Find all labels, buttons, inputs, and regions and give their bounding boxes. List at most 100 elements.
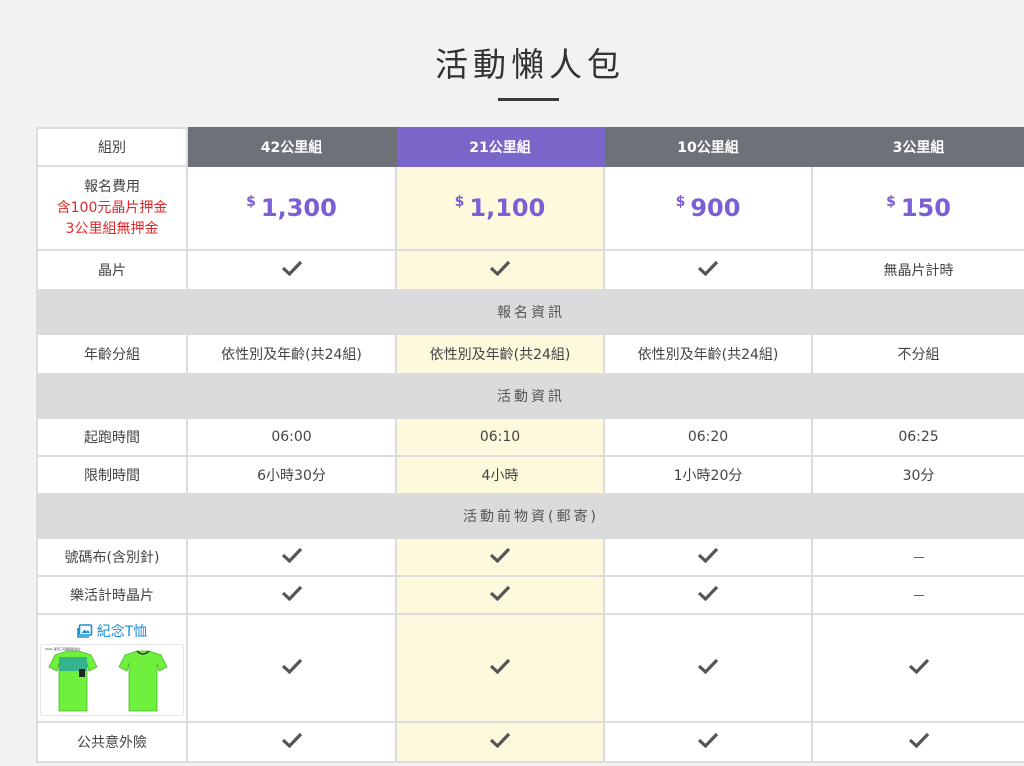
check-cell xyxy=(603,721,813,763)
dash-icon xyxy=(913,594,924,596)
table-row-chip: 晶片 無晶片計時 xyxy=(36,249,1024,291)
header-3k: 3公里組 xyxy=(811,127,1024,167)
currency-symbol: $ xyxy=(675,194,686,210)
check-icon xyxy=(908,658,929,674)
table-row-start-time: 起跑時間 06:00 06:10 06:20 06:25 xyxy=(36,417,1024,457)
price-value: 1,100 xyxy=(469,194,546,222)
time-limit-42k: 6小時30分 xyxy=(186,455,397,495)
check-cell xyxy=(186,613,397,723)
check-icon xyxy=(697,732,719,748)
check-icon xyxy=(489,547,511,563)
price-value: 150 xyxy=(900,194,951,222)
check-cell xyxy=(603,575,813,615)
age-group-10k: 依性別及年齡(共24組) xyxy=(603,333,813,375)
table-row-timing-chip: 樂活計時晶片 xyxy=(36,575,1024,615)
check-cell xyxy=(603,613,813,723)
section-title-registration: 報名資訊 xyxy=(36,289,1024,335)
check-cell xyxy=(603,537,813,577)
start-time-label: 起跑時間 xyxy=(36,417,188,457)
time-limit-10k: 1小時20分 xyxy=(603,455,813,495)
check-icon xyxy=(281,260,302,276)
currency-symbol: $ xyxy=(886,194,896,210)
price-3k: $150 xyxy=(811,165,1024,251)
check-cell xyxy=(395,575,605,615)
fee-label-title: 報名費用 xyxy=(84,178,140,195)
check-icon xyxy=(489,260,511,276)
time-limit-3k: 30分 xyxy=(811,455,1024,495)
tshirt-illustration xyxy=(48,649,168,711)
tshirt-label-cell: 紀念T恤 2021 臺灣三宅路跑紀念衫 xyxy=(36,613,188,723)
check-icon xyxy=(281,585,302,601)
check-cell xyxy=(395,537,605,577)
tshirt-link[interactable]: 紀念T恤 xyxy=(38,621,186,641)
check-icon xyxy=(489,732,511,748)
time-limit-label: 限制時間 xyxy=(36,455,188,495)
age-group-21k: 依性別及年齡(共24組) xyxy=(395,333,605,375)
image-icon xyxy=(76,623,93,638)
section-title-event: 活動資訊 xyxy=(36,373,1024,419)
insurance-label: 公共意外險 xyxy=(36,721,188,763)
table-row-age-group: 年齡分組 依性別及年齡(共24組) 依性別及年齡(共24組) 依性別及年齡(共2… xyxy=(36,333,1024,375)
tshirt-image-caption: 2021 臺灣三宅路跑紀念衫 xyxy=(45,646,81,651)
age-group-3k: 不分組 xyxy=(811,333,1024,375)
header-21k: 21公里組 xyxy=(395,127,605,167)
section-row-registration: 報名資訊 xyxy=(36,289,1024,335)
timing-chip-label: 樂活計時晶片 xyxy=(36,575,188,615)
fee-label: 報名費用 含100元晶片押金 3公里組無押金 xyxy=(36,165,188,251)
title-underline xyxy=(498,98,559,101)
table-row-insurance: 公共意外險 xyxy=(36,721,1024,763)
check-icon xyxy=(697,658,719,674)
table-header-row: 組別 42公里組 21公里組 10公里組 3公里組 xyxy=(36,127,1024,167)
start-time-10k: 06:20 xyxy=(603,417,813,457)
table-row-tshirt: 紀念T恤 2021 臺灣三宅路跑紀念衫 xyxy=(36,613,1024,723)
section-title-supplies: 活動前物資(郵寄) xyxy=(36,493,1024,539)
check-cell xyxy=(186,721,397,763)
check-icon xyxy=(697,260,719,276)
dash-cell xyxy=(811,575,1024,615)
dash-cell xyxy=(811,537,1024,577)
check-icon xyxy=(281,658,302,674)
check-cell xyxy=(811,721,1024,763)
check-cell xyxy=(603,249,813,291)
check-cell xyxy=(811,613,1024,723)
section-row-supplies: 活動前物資(郵寄) xyxy=(36,493,1024,539)
price-value: 1,300 xyxy=(260,194,337,222)
time-limit-21k: 4小時 xyxy=(395,455,605,495)
check-icon xyxy=(281,547,302,563)
chip-3k-value: 無晶片計時 xyxy=(811,249,1024,291)
table-row-time-limit: 限制時間 6小時30分 4小時 1小時20分 30分 xyxy=(36,455,1024,495)
check-icon xyxy=(697,547,719,563)
currency-symbol: $ xyxy=(246,194,256,210)
fee-deposit-note: 含100元晶片押金 xyxy=(56,199,168,216)
check-cell xyxy=(395,613,605,723)
currency-symbol: $ xyxy=(454,194,465,210)
check-icon xyxy=(908,732,929,748)
check-icon xyxy=(489,585,511,601)
dash-icon xyxy=(913,556,924,558)
check-icon xyxy=(281,732,302,748)
check-cell xyxy=(395,249,605,291)
age-group-42k: 依性別及年齡(共24組) xyxy=(186,333,397,375)
pricing-table: 組別 42公里組 21公里組 10公里組 3公里組 報名費用 含100元晶片押金… xyxy=(36,127,1024,763)
age-group-label: 年齡分組 xyxy=(36,333,188,375)
price-10k: $900 xyxy=(603,165,813,251)
check-cell xyxy=(186,249,397,291)
price-value: 900 xyxy=(690,194,741,222)
price-21k: $1,100 xyxy=(395,165,605,251)
start-time-21k: 06:10 xyxy=(395,417,605,457)
tshirt-label: 紀念T恤 xyxy=(96,623,148,640)
header-10k: 10公里組 xyxy=(603,127,813,167)
start-time-42k: 06:00 xyxy=(186,417,397,457)
chip-label: 晶片 xyxy=(36,249,188,291)
header-group-label: 組別 xyxy=(36,127,188,167)
bib-label: 號碼布(含別針) xyxy=(36,537,188,577)
check-cell xyxy=(186,537,397,577)
price-42k: $1,300 xyxy=(186,165,397,251)
table-row-fee: 報名費用 含100元晶片押金 3公里組無押金 $1,300 $1,100 $90… xyxy=(36,165,1024,251)
check-icon xyxy=(697,585,719,601)
table-row-bib: 號碼布(含別針) xyxy=(36,537,1024,577)
check-cell xyxy=(395,721,605,763)
section-row-event: 活動資訊 xyxy=(36,373,1024,419)
page-title: 活動懶人包 xyxy=(435,45,625,84)
tshirt-image[interactable]: 2021 臺灣三宅路跑紀念衫 xyxy=(40,643,184,716)
